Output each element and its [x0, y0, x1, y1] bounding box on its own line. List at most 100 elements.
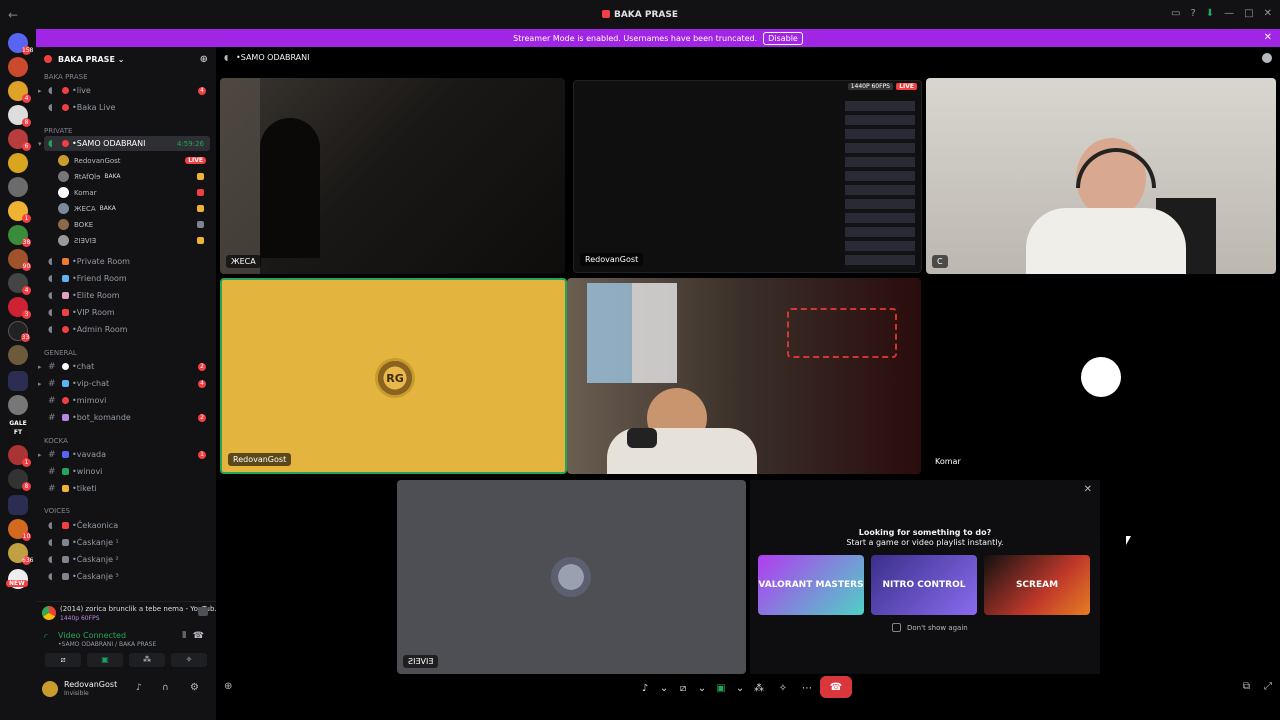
channel-bot-komande[interactable]: # •bot_komande 2	[44, 410, 210, 425]
avatar-tile[interactable]: ƧIƎVIƎ	[397, 480, 746, 674]
screen-share-icon[interactable]: ▣	[712, 679, 730, 697]
soundboard-icon[interactable]: ✧	[171, 653, 207, 667]
disconnect-icon[interactable]: ☎	[193, 631, 204, 641]
channel-baka-live[interactable]: ◖ •Baka Live	[44, 100, 210, 115]
channel-friend-room[interactable]: ◖ •Friend Room	[44, 271, 210, 286]
soundboard-icon[interactable]: ✧	[774, 679, 792, 697]
server-icon[interactable]: 1	[8, 445, 31, 467]
chat-icon[interactable]	[1262, 53, 1272, 63]
voice-user[interactable]: ƧIƎVIƎ	[58, 233, 208, 248]
chevron-down-icon[interactable]: ⌄	[698, 679, 706, 697]
voice-user[interactable]: Komar	[58, 185, 208, 200]
chevron-down-icon[interactable]: ⌄	[736, 679, 744, 697]
channel-live[interactable]: ▸ ◖ •live 4	[38, 83, 210, 98]
mic-icon[interactable]: ♪	[136, 683, 142, 693]
server-icon[interactable]	[8, 345, 28, 365]
channel-mimovi[interactable]: # •mimovi	[44, 393, 210, 408]
channel-private-room[interactable]: ◖ •Private Room	[44, 254, 210, 269]
screen-share-icon[interactable]: ▣	[87, 653, 123, 667]
server-gale[interactable]: GALE FT	[8, 419, 28, 439]
server-icon[interactable]: 1	[8, 201, 31, 223]
close-icon[interactable]: ✕	[1264, 32, 1272, 43]
close-window-icon[interactable]: ✕	[1264, 8, 1272, 19]
guild-header[interactable]: BAKA PRASE ⌄ ⊕	[36, 47, 216, 71]
headset-icon[interactable]: ∩	[162, 683, 169, 693]
server-icon[interactable]	[8, 395, 28, 415]
stop-stream-icon[interactable]	[198, 607, 208, 616]
popout-icon[interactable]: ⧉	[1243, 681, 1250, 692]
server-icon[interactable]: 33	[8, 321, 30, 342]
server-icon[interactable]	[8, 153, 28, 173]
game-card-scream[interactable]: SCREAM	[984, 555, 1090, 615]
home-button[interactable]: 158	[8, 33, 33, 55]
fullscreen-icon[interactable]: ⤢	[1264, 681, 1272, 692]
noise-suppression-icon[interactable]: ⫴	[182, 631, 186, 641]
dont-show-checkbox[interactable]	[892, 623, 901, 632]
server-icon[interactable]: 10	[8, 519, 31, 541]
camera-off-icon[interactable]: ⧄	[45, 653, 81, 667]
server-icon[interactable]: 636	[8, 543, 33, 565]
mic-icon[interactable]: ♪	[636, 679, 654, 697]
server-icon[interactable]: 8	[8, 105, 31, 127]
channel-caskanje-3[interactable]: ◖ •Ćaskanje ³	[44, 569, 210, 584]
server-icon[interactable]: 4	[8, 81, 31, 103]
channel-caskanje-2[interactable]: ◖ •Ćaskanje ²	[44, 552, 210, 567]
category-header[interactable]: GENERAL	[44, 349, 77, 357]
video-tile[interactable]: C	[926, 78, 1276, 274]
invite-icon[interactable]: ⊕	[224, 681, 232, 692]
category-header[interactable]: PRIVATE	[44, 127, 72, 135]
category-header[interactable]: VOICES	[44, 507, 70, 515]
channel-vip-chat[interactable]: ▸ # •vip-chat 4	[38, 376, 210, 391]
channel-cekaonica[interactable]: ◖ •Čekaonica	[44, 518, 210, 533]
avatar-tile[interactable]: Komar	[925, 278, 1275, 474]
voice-user[interactable]: ЯtAfQlɘ BAKA	[58, 169, 208, 184]
folder-icon[interactable]	[8, 495, 28, 515]
channel-chat[interactable]: ▸ # •chat 2	[38, 359, 210, 374]
channel-tiketi[interactable]: # •tiketi	[44, 481, 210, 496]
activities-icon[interactable]: ⁂	[750, 679, 768, 697]
game-card-nitro-control[interactable]: NITRO CONTROL	[871, 555, 977, 615]
avatar-tile-active[interactable]: RG RedovanGost	[220, 278, 567, 474]
download-icon[interactable]: ⬇	[1206, 8, 1214, 19]
channel-winovi[interactable]: # •winovi	[44, 464, 210, 479]
close-icon[interactable]: ✕	[1084, 484, 1092, 495]
channel-elite-room[interactable]: ◖ •Elite Room	[44, 288, 210, 303]
channel-caskanje-1[interactable]: ◖ •Ćaskanje ¹	[44, 535, 210, 550]
stream-tile[interactable]: 1440P 60FPS LIVE RedovanGost	[573, 80, 922, 273]
server-icon[interactable]	[8, 57, 28, 77]
voice-user[interactable]: ЖЕCA BAKA	[58, 201, 208, 216]
server-icon[interactable]: 4	[8, 273, 31, 295]
end-call-button[interactable]: ☎	[820, 676, 852, 698]
video-tile[interactable]: ЖЕCA	[220, 78, 565, 274]
voice-user[interactable]: RedovanGost LIVE	[58, 153, 208, 168]
user-name[interactable]: RedovanGost	[64, 680, 117, 689]
server-icon[interactable]: 8	[8, 469, 31, 491]
add-member-icon[interactable]: ⊕	[200, 54, 208, 65]
server-icon[interactable]: 3	[8, 297, 31, 319]
avatar[interactable]	[42, 681, 58, 697]
minimize-icon[interactable]: —	[1224, 8, 1234, 19]
chevron-down-icon[interactable]: ⌄	[660, 679, 668, 697]
more-icon[interactable]: ⋯	[798, 679, 816, 697]
category-header[interactable]: KOCKA	[44, 437, 68, 445]
voice-status-sub[interactable]: •SAMO ODABRANI / BAKA PRASE	[58, 641, 156, 648]
channel-samo-odabrani[interactable]: ▾ ◖ •SAMO ODABRANI 4:59:26	[38, 136, 210, 151]
server-icon[interactable]	[8, 177, 28, 197]
server-icon[interactable]: 38	[8, 225, 31, 247]
voice-user[interactable]: BOKE	[58, 217, 208, 232]
server-icon[interactable]: 6	[8, 129, 31, 151]
activities-icon[interactable]: ⁂	[129, 653, 165, 667]
help-icon[interactable]: ?	[1190, 8, 1195, 19]
server-icon[interactable]: 90	[8, 249, 31, 271]
inbox-icon[interactable]: ▭	[1171, 8, 1180, 19]
channel-vavada[interactable]: ▸ # •vavada 1	[38, 447, 210, 462]
channel-vip-room[interactable]: ◖ •VIP Room	[44, 305, 210, 320]
maximize-icon[interactable]: □	[1244, 8, 1253, 19]
category-header[interactable]: BAKA PRASE	[44, 73, 88, 81]
channel-admin-room[interactable]: ◖ •Admin Room	[44, 322, 210, 337]
voice-status-title[interactable]: Video Connected	[58, 631, 126, 640]
folder-icon[interactable]	[8, 371, 28, 391]
now-playing-panel[interactable]: (2014) zorica brunclik a tebe nema - You…	[36, 601, 221, 625]
settings-gear-icon[interactable]: ⚙	[190, 682, 199, 693]
disable-button[interactable]: Disable	[763, 31, 803, 45]
